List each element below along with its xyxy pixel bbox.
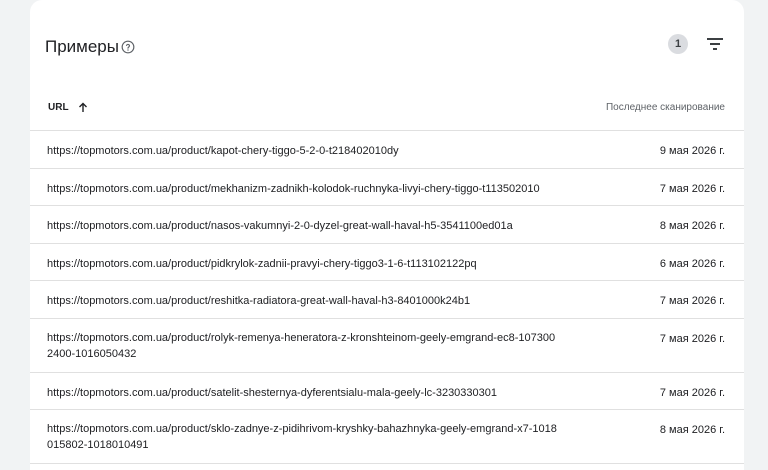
column-header-last-crawl[interactable]: Последнее сканирование: [606, 102, 725, 113]
filter-icon[interactable]: [706, 36, 724, 52]
table-header: URL Последнее сканирование: [30, 94, 744, 131]
table-row[interactable]: https://topmotors.com.ua/product/pidkryl…: [30, 244, 744, 281]
card-header: Примеры 1: [30, 0, 744, 94]
row-date: 7 мая 2026 г.: [659, 332, 725, 345]
row-date: 7 мая 2026 г.: [659, 182, 725, 195]
table-row[interactable]: https://topmotors.com.ua/product/kapot-c…: [30, 131, 744, 169]
row-url: https://topmotors.com.ua/product/pidkryl…: [47, 257, 477, 270]
column-header-url[interactable]: URL: [48, 102, 88, 113]
row-url: https://topmotors.com.ua/product/reshitk…: [47, 295, 471, 307]
examples-card: Примеры 1 URL Последнее сканирование htt…: [30, 0, 744, 470]
table-row[interactable]: https://topmotors.com.ua/product/reshitk…: [30, 281, 744, 319]
row-date: 6 мая 2026 г.: [659, 257, 725, 270]
column-header-url-label: URL: [48, 102, 69, 113]
table-row[interactable]: https://topmotors.com.ua/product/rolyk-r…: [30, 319, 744, 373]
table-row[interactable]: https://topmotors.com.ua/product/satelit…: [30, 373, 744, 410]
table-row[interactable]: https://topmotors.com.ua/product/nasos-v…: [30, 206, 744, 244]
filter-count-badge: 1: [668, 34, 688, 54]
row-date: 7 мая 2026 г.: [659, 386, 725, 399]
row-url: https://topmotors.com.ua/product/rolyk-r…: [47, 331, 556, 360]
card-title: Примеры: [45, 37, 119, 56]
row-date: 8 мая 2026 г.: [659, 220, 725, 232]
row-url: https://topmotors.com.ua/product/mekhani…: [47, 182, 540, 195]
row-url: https://topmotors.com.ua/product/sklo-za…: [47, 423, 557, 451]
table-row[interactable]: https://topmotors.com.ua/product/mekhani…: [30, 169, 744, 206]
row-url: https://topmotors.com.ua/product/nasos-v…: [47, 220, 513, 232]
help-icon[interactable]: [121, 40, 135, 54]
sort-ascending-icon: [78, 102, 87, 112]
row-date: 8 мая 2026 г.: [659, 424, 725, 436]
row-date: 9 мая 2026 г.: [659, 145, 725, 157]
row-url: https://topmotors.com.ua/product/satelit…: [47, 386, 498, 399]
row-date: 7 мая 2026 г.: [659, 295, 725, 307]
row-url: https://topmotors.com.ua/product/kapot-c…: [47, 145, 399, 157]
